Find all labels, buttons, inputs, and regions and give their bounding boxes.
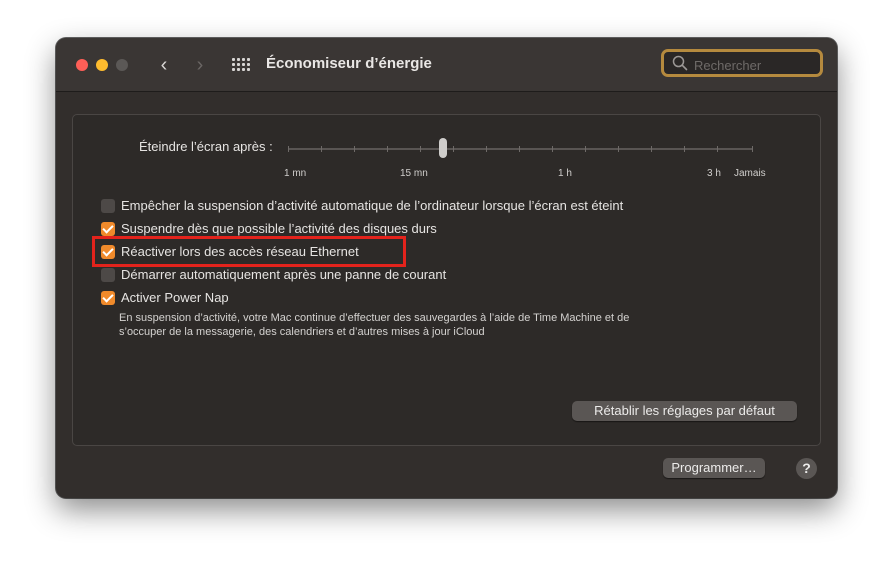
- slider-tick: [618, 146, 619, 152]
- slider-tick: [552, 146, 553, 152]
- window-title: Économiseur d’énergie: [266, 55, 432, 72]
- search-icon: [672, 55, 688, 71]
- search-field[interactable]: [661, 49, 823, 77]
- forward-chevron-icon[interactable]: ›: [188, 53, 212, 77]
- slider-tick: [354, 146, 355, 152]
- checkbox-label: Suspendre dès que possible l’activité de…: [121, 221, 437, 236]
- zoom-window-button[interactable]: [116, 59, 128, 71]
- tick-label-never: Jamais: [734, 168, 766, 179]
- tick-label-1mn: 1 mn: [284, 168, 307, 179]
- slider-tick: [717, 146, 718, 152]
- tick-label-15mn: 15 mn: [400, 168, 428, 179]
- display-sleep-slider-thumb[interactable]: [439, 138, 447, 158]
- slider-tick: [288, 146, 289, 152]
- slider-tick: [453, 146, 454, 152]
- help-button[interactable]: ?: [796, 458, 817, 479]
- restore-defaults-button[interactable]: Rétablir les réglages par défaut: [572, 401, 797, 421]
- back-chevron-icon[interactable]: ‹: [152, 53, 176, 77]
- search-input[interactable]: [692, 54, 820, 76]
- checkbox[interactable]: [101, 291, 115, 305]
- slider-tick: [321, 146, 322, 152]
- minimize-window-button[interactable]: [96, 59, 108, 71]
- slider-tick: [519, 146, 520, 152]
- slider-tick: [420, 146, 421, 152]
- checkbox[interactable]: [101, 268, 115, 282]
- slider-tick: [387, 146, 388, 152]
- close-window-button[interactable]: [76, 59, 88, 71]
- checkbox[interactable]: [101, 222, 115, 236]
- slider-tick: [684, 146, 685, 152]
- slider-label: Éteindre l’écran après :: [139, 139, 273, 154]
- titlebar: ‹ › Économiseur d’énergie: [56, 38, 837, 92]
- checkbox[interactable]: [101, 199, 115, 213]
- power-nap-description: En suspension d’activité, votre Mac cont…: [119, 312, 630, 338]
- settings-panel: Éteindre l’écran après : 1 mn 15 mn 1 h …: [72, 114, 821, 446]
- slider-tick: [752, 146, 753, 152]
- checkbox-label: Empêcher la suspension d’activité automa…: [121, 198, 624, 213]
- slider-tick: [585, 146, 586, 152]
- checkbox-label: Démarrer automatiquement après une panne…: [121, 267, 447, 282]
- tick-label-1h: 1 h: [558, 168, 572, 179]
- system-preferences-window: ‹ › Économiseur d’énergie Éteindre l’écr…: [56, 38, 837, 498]
- show-all-grid-icon[interactable]: [232, 56, 250, 74]
- highlight-annotation-box: [92, 236, 406, 267]
- slider-tick: [486, 146, 487, 152]
- tick-label-3h: 3 h: [707, 168, 721, 179]
- checkbox-label: Activer Power Nap: [121, 290, 229, 305]
- schedule-button[interactable]: Programmer…: [663, 458, 765, 478]
- slider-tick: [651, 146, 652, 152]
